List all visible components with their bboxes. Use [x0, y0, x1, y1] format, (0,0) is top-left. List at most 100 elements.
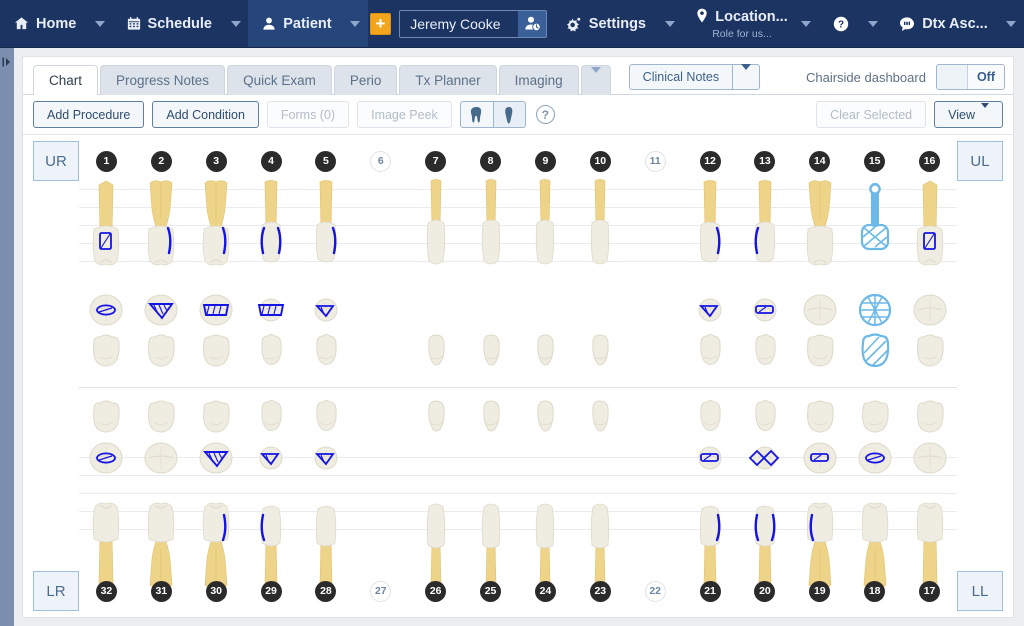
tooth-number-badge-11[interactable]: 11 — [644, 150, 666, 172]
tooth-buccal-view[interactable] — [690, 479, 730, 589]
patient-name-value[interactable]: Jeremy Cooke — [400, 10, 519, 37]
tooth-buccal-view[interactable] — [196, 179, 236, 289]
tab-tx-planner[interactable]: Tx Planner — [399, 65, 497, 95]
tooth-buccal-view[interactable] — [196, 479, 236, 589]
tooth-number-badge-30[interactable]: 30 — [205, 580, 227, 602]
tooth-occlusal-view[interactable] — [855, 289, 895, 331]
tooth-22[interactable] — [628, 397, 683, 609]
tooth-occlusal-view[interactable] — [251, 437, 291, 479]
tooth-lingual-view[interactable] — [86, 331, 126, 371]
tooth-buccal-view[interactable] — [525, 179, 565, 289]
tooth-buccal-view[interactable] — [416, 179, 456, 289]
tooth-buccal-view[interactable] — [306, 179, 346, 289]
tooth-occlusal-view[interactable] — [86, 289, 126, 331]
tooth-buccal-view[interactable] — [580, 479, 620, 589]
tooth-lingual-view[interactable] — [745, 331, 785, 371]
tooth-16[interactable] — [902, 179, 957, 391]
tooth-occlusal-view[interactable] — [141, 437, 181, 479]
tooth-lingual-view[interactable] — [416, 331, 456, 371]
tooth-number-badge-4[interactable]: 4 — [260, 150, 282, 172]
tooth-number-badge-3[interactable]: 3 — [205, 150, 227, 172]
tooth-occlusal-view[interactable] — [635, 289, 675, 331]
tooth-14[interactable] — [792, 179, 847, 391]
tooth-27[interactable] — [353, 397, 408, 609]
tooth-buccal-view[interactable] — [141, 479, 181, 589]
tooth-buccal-view[interactable] — [855, 479, 895, 589]
tooth-32[interactable] — [79, 397, 134, 609]
tooth-occlusal-view[interactable] — [525, 289, 565, 331]
tooth-number-badge-22[interactable]: 22 — [644, 580, 666, 602]
tooth-lingual-view[interactable] — [196, 331, 236, 371]
tooth-3[interactable] — [189, 179, 244, 391]
tooth-lingual-view[interactable] — [745, 397, 785, 437]
odontogram-chart[interactable]: UR UL LR LL 1 2 3 4 5 6 7 8 9 10 11 12 13 14 15 16 — [23, 135, 1013, 617]
tooth-26[interactable] — [408, 397, 463, 609]
tooth-occlusal-view[interactable] — [361, 437, 401, 479]
tooth-occlusal-view[interactable] — [635, 437, 675, 479]
tooth-28[interactable] — [299, 397, 354, 609]
tooth-4[interactable] — [244, 179, 299, 391]
tooth-lingual-view[interactable] — [855, 331, 895, 371]
tooth-lingual-view[interactable] — [855, 397, 895, 437]
tooth-buccal-view[interactable] — [910, 479, 950, 589]
tooth-25[interactable] — [463, 397, 518, 609]
tooth-number-badge-8[interactable]: 8 — [480, 150, 502, 172]
tooth-lingual-view[interactable] — [580, 331, 620, 371]
tooth-lingual-view[interactable] — [800, 331, 840, 371]
tooth-lingual-view[interactable] — [580, 397, 620, 437]
tooth-lingual-view[interactable] — [690, 397, 730, 437]
tooth-number-badge-2[interactable]: 2 — [150, 150, 172, 172]
tooth-lingual-view[interactable] — [251, 331, 291, 371]
tooth-occlusal-view[interactable] — [361, 289, 401, 331]
incisor-tooth-icon[interactable] — [492, 101, 526, 128]
tooth-number-badge-19[interactable]: 19 — [809, 580, 831, 602]
tooth-buccal-view[interactable] — [86, 179, 126, 289]
tooth-lingual-view[interactable] — [525, 331, 565, 371]
tooth-7[interactable] — [408, 179, 463, 391]
tooth-occlusal-view[interactable] — [141, 289, 181, 331]
tooth-number-badge-9[interactable]: 9 — [534, 150, 556, 172]
tooth-occlusal-view[interactable] — [251, 289, 291, 331]
tooth-lingual-view[interactable] — [635, 397, 675, 437]
tooth-occlusal-view[interactable] — [471, 437, 511, 479]
nav-caret-location[interactable] — [794, 0, 819, 47]
tooth-number-badge-24[interactable]: 24 — [534, 580, 556, 602]
tooth-buccal-view[interactable] — [361, 179, 401, 289]
tooth-lingual-view[interactable] — [141, 331, 181, 371]
tooth-lingual-view[interactable] — [306, 331, 346, 371]
tooth-buccal-view[interactable] — [141, 179, 181, 289]
patient-selector[interactable]: Jeremy Cooke — [399, 9, 547, 38]
tooth-occlusal-view[interactable] — [855, 437, 895, 479]
tooth-lingual-view[interactable] — [800, 397, 840, 437]
tooth-number-badge-6[interactable]: 6 — [370, 150, 392, 172]
tooth-buccal-view[interactable] — [745, 479, 785, 589]
tooth-buccal-view[interactable] — [855, 179, 895, 289]
nav-item-location[interactable]: Location... Role for us... — [682, 0, 794, 47]
tooth-occlusal-view[interactable] — [690, 289, 730, 331]
tooth-buccal-view[interactable] — [580, 179, 620, 289]
tooth-occlusal-view[interactable] — [690, 437, 730, 479]
tooth-17[interactable] — [902, 397, 957, 609]
quadrant-label-upper-left[interactable]: UL — [957, 141, 1003, 181]
nav-caret-settings[interactable] — [657, 0, 682, 47]
tooth-number-badge-16[interactable]: 16 — [919, 150, 941, 172]
tab-overflow-button[interactable] — [580, 65, 611, 95]
tooth-buccal-view[interactable] — [471, 479, 511, 589]
tooth-6[interactable] — [353, 179, 408, 391]
tooth-occlusal-view[interactable] — [745, 437, 785, 479]
tooth-buccal-view[interactable] — [525, 479, 565, 589]
tooth-number-badge-5[interactable]: 5 — [315, 150, 337, 172]
tooth-number-badge-13[interactable]: 13 — [754, 150, 776, 172]
tooth-buccal-view[interactable] — [800, 179, 840, 289]
tooth-19[interactable] — [792, 397, 847, 609]
quadrant-label-lower-left[interactable]: LL — [957, 571, 1003, 611]
tooth-21[interactable] — [683, 397, 738, 609]
tooth-number-badge-29[interactable]: 29 — [260, 580, 282, 602]
chairside-dashboard-toggle[interactable]: Off — [935, 64, 1005, 90]
tooth-lingual-view[interactable] — [635, 331, 675, 371]
tooth-20[interactable] — [738, 397, 793, 609]
tooth-lingual-view[interactable] — [690, 331, 730, 371]
tooth-occlusal-view[interactable] — [306, 289, 346, 331]
tooth-buccal-view[interactable] — [471, 179, 511, 289]
tooth-number-badge-7[interactable]: 7 — [425, 150, 447, 172]
